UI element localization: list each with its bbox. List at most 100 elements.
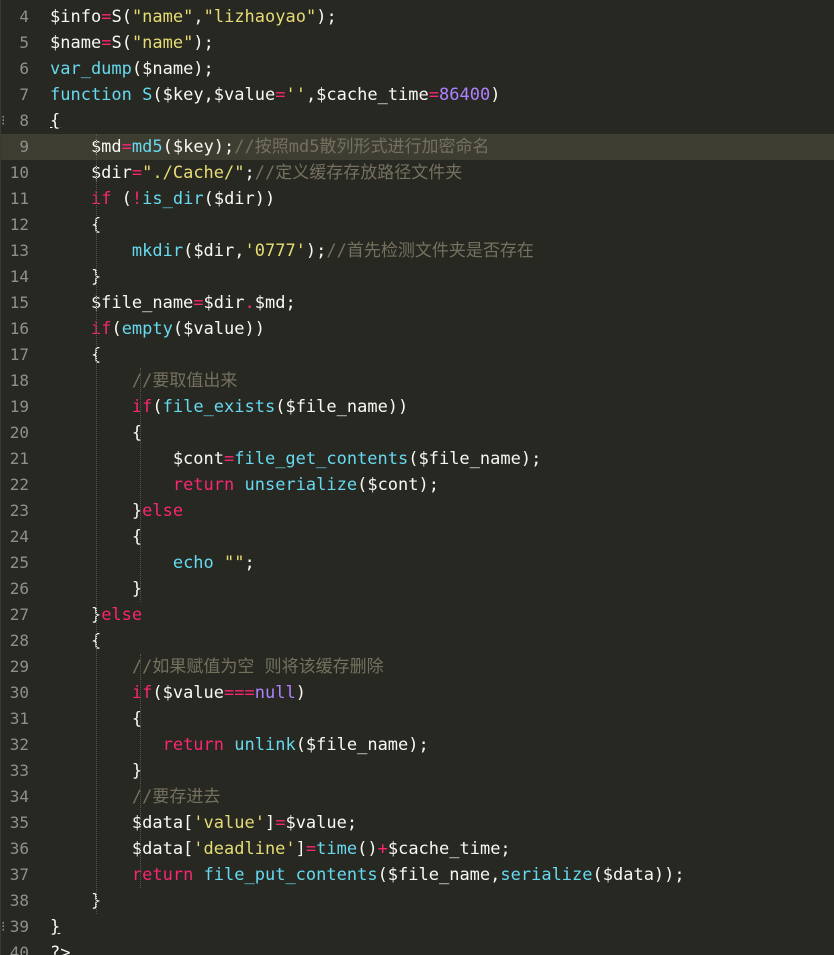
code-token: time (316, 839, 358, 859)
code-line-7[interactable]: 7 function S($key,$value='',$cache_time=8… (1, 82, 834, 108)
code-line-5[interactable]: 5 $name=S("name"); (1, 30, 834, 56)
line-number: 10 (9, 163, 29, 182)
code-line-6[interactable]: 6 var_dump($name); (1, 56, 834, 82)
code-text: { (50, 342, 101, 368)
code-line-40[interactable]: 40 ?> (1, 940, 834, 955)
code-line-8[interactable]: ⁝ 8{ (1, 108, 834, 134)
code-token: //如果赋值为空 则将该缓存删除 (131, 657, 384, 677)
code-line-30[interactable]: 30 if($value===null) (1, 680, 834, 706)
code-token: ($file_name)) (275, 397, 409, 417)
code-line-28[interactable]: 28 { (1, 628, 834, 654)
code-line-17[interactable]: 17 { (1, 342, 834, 368)
code-line-32[interactable]: 32 return unlink($file_name); (1, 732, 834, 758)
code-line-34[interactable]: 34 //要存进去 (1, 784, 834, 810)
code-text: ?> (50, 940, 70, 955)
code-token: ($data)); (592, 865, 685, 885)
code-line-9[interactable]: 9 $md=md5($key);//按照md5散列形式进行加密命名 (1, 134, 834, 160)
code-line-37[interactable]: 37 return file_put_contents($file_name,s… (1, 862, 834, 888)
code-token: "./Cache/" (142, 163, 245, 183)
code-line-11[interactable]: 11 if (!is_dir($dir)) (1, 186, 834, 212)
line-number: 39 (9, 917, 29, 936)
code-line-27[interactable]: 27 }else (1, 602, 834, 628)
line-number: 6 (19, 59, 29, 78)
line-number: 34 (9, 787, 29, 806)
code-token: else (142, 501, 184, 521)
code-line-21[interactable]: 21 $cont=file_get_contents($file_name); (1, 446, 834, 472)
code-token: ($value (152, 683, 225, 703)
code-line-19[interactable]: 19 if(file_exists($file_name)) (1, 394, 834, 420)
code-token: ] (264, 813, 276, 833)
code-token: $md (50, 137, 122, 157)
code-token: //要存进去 (131, 787, 221, 807)
code-line-15[interactable]: 15 $file_name=$dir.$md; (1, 290, 834, 316)
code-token: = (101, 33, 112, 53)
code-token: $value; (285, 813, 358, 833)
code-line-13[interactable]: 13 mkdir($dir,'0777');//首先检测文件夹是否存在 (1, 238, 834, 264)
code-line-20[interactable]: 20 { (1, 420, 834, 446)
line-number: 33 (9, 761, 29, 780)
code-text: //要存进去 (50, 784, 220, 810)
line-number: 32 (9, 735, 29, 754)
code-token: ($file_name, (377, 865, 501, 885)
code-token: { (50, 345, 102, 365)
code-line-24[interactable]: 24 { (1, 524, 834, 550)
code-line-36[interactable]: 36 $data['deadline']=time()+$cache_time; (1, 836, 834, 862)
code-token: ) (490, 85, 501, 105)
code-line-14[interactable]: 14 } (1, 264, 834, 290)
code-token: ; (244, 553, 255, 573)
code-token: $cont (50, 449, 224, 469)
code-token: } (50, 267, 102, 287)
code-token: ; (244, 163, 255, 183)
code-line-31[interactable]: 31 { (1, 706, 834, 732)
code-line-18[interactable]: 18 //要取值出来 (1, 368, 834, 394)
code-token: $dir (50, 163, 132, 183)
code-token: null (254, 683, 296, 703)
code-token: $data[ (50, 839, 194, 859)
code-text: //如果赋值为空 则将该缓存删除 (50, 654, 384, 680)
code-line-10[interactable]: 10 $dir="./Cache/";//定义缓存存放路径文件夹 (1, 160, 834, 186)
code-token: = (275, 813, 286, 833)
code-text: } (50, 914, 60, 940)
code-token: ] (295, 839, 306, 859)
code-token: 'value' (193, 813, 265, 833)
code-editor[interactable]: 4 $info=S("name","lizhaoyao"); 5 $name=S("n… (0, 0, 834, 955)
code-text: { (50, 108, 60, 134)
code-token: ($dir)) (203, 189, 276, 209)
code-text: $name=S("name"); (50, 30, 214, 56)
code-token: file_put_contents (203, 865, 378, 885)
code-line-38[interactable]: 38 } (1, 888, 834, 914)
code-line-26[interactable]: 26 } (1, 576, 834, 602)
code-text: return unlink($file_name); (50, 732, 429, 758)
code-line-22[interactable]: 22 return unserialize($cont); (1, 472, 834, 498)
code-token: "lizhaoyao" (203, 7, 317, 27)
code-text: if(file_exists($file_name)) (50, 394, 408, 420)
code-line-4[interactable]: 4 $info=S("name","lizhaoyao"); (1, 4, 834, 30)
code-token: ?> (50, 943, 71, 955)
code-text: if($value===null) (50, 680, 306, 706)
code-line-33[interactable]: 33 } (1, 758, 834, 784)
line-number: 35 (9, 813, 29, 832)
code-token: $name (50, 33, 102, 53)
code-line-23[interactable]: 23 }else (1, 498, 834, 524)
code-token: var_dump (50, 59, 132, 79)
code-line-12[interactable]: 12 { (1, 212, 834, 238)
code-line-35[interactable]: 35 $data['value']=$value; (1, 810, 834, 836)
code-line-16[interactable]: 16 if(empty($value)) (1, 316, 834, 342)
code-line-25[interactable]: 25 echo ""; (1, 550, 834, 576)
code-token: = (193, 293, 204, 313)
code-text: return unserialize($cont); (50, 472, 439, 498)
code-line-39[interactable]: ⁝ 39} (1, 914, 834, 940)
code-line-29[interactable]: 29 //如果赋值为空 则将该缓存删除 (1, 654, 834, 680)
code-text: }else (50, 498, 183, 524)
code-token: ( (121, 7, 132, 27)
code-token: unserialize (244, 475, 358, 495)
code-token: } (50, 891, 102, 911)
